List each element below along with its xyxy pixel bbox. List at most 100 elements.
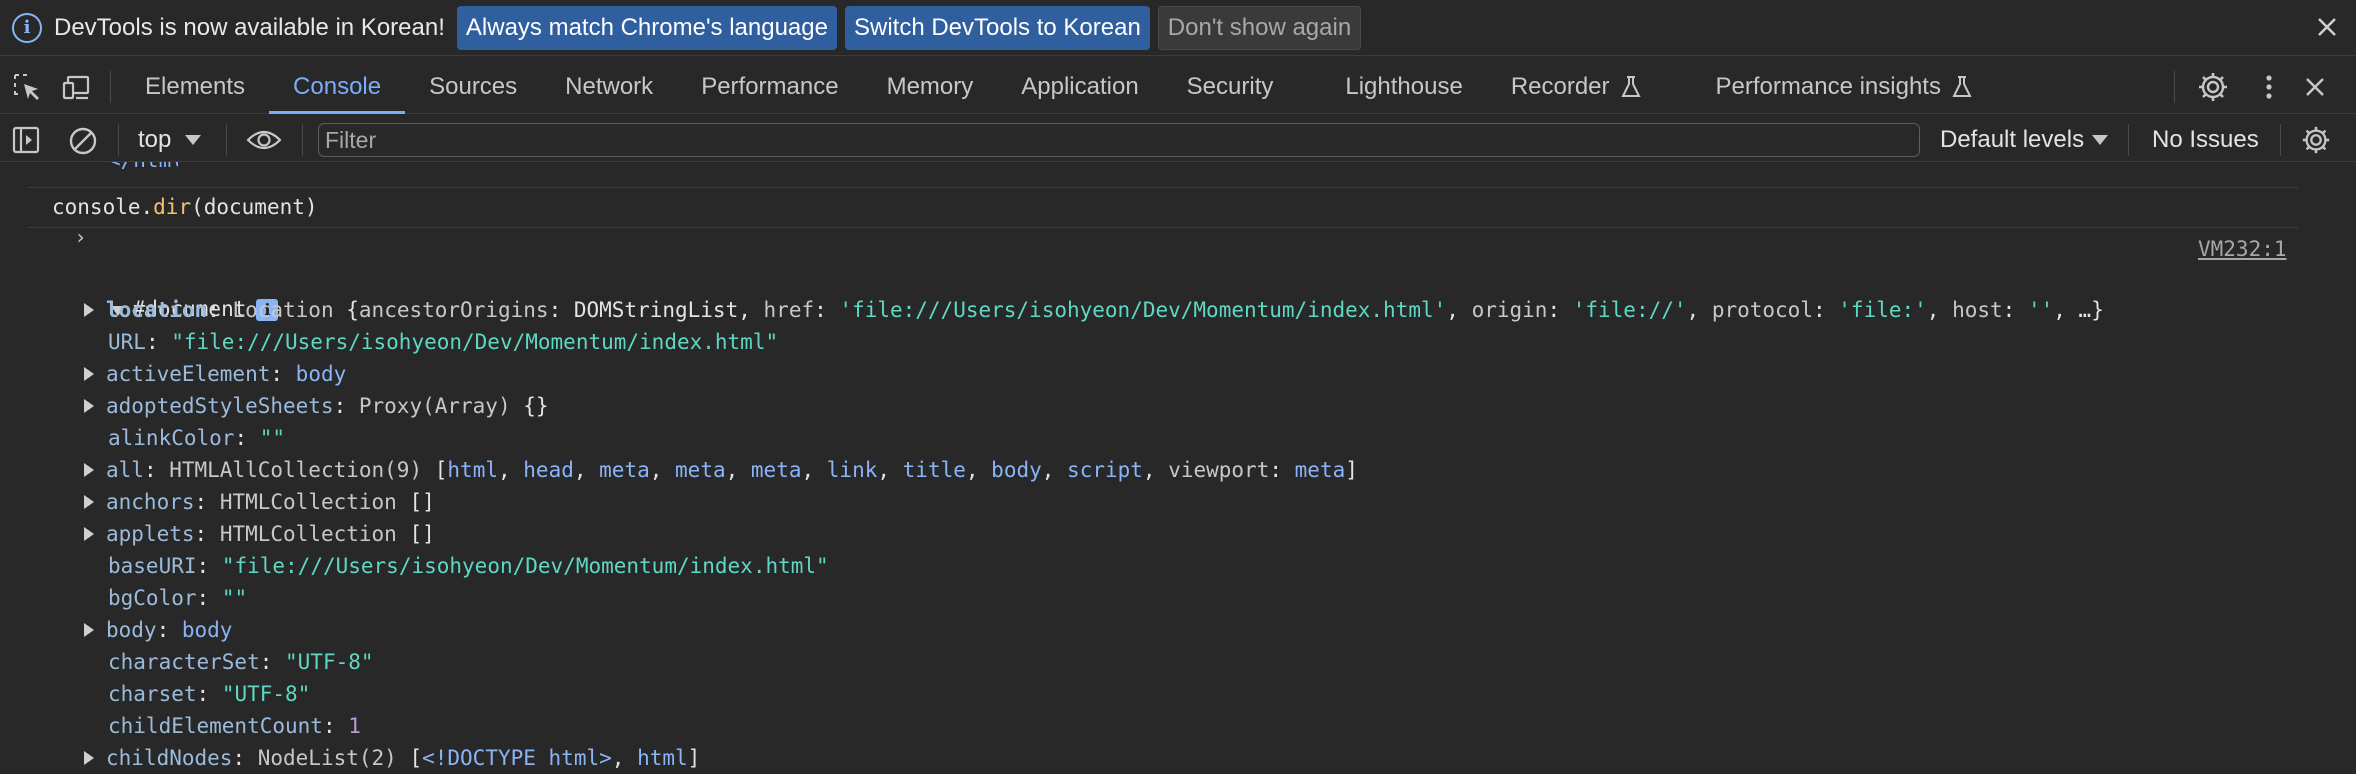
prop-value: "file:///Users/isohyeon/Dev/Momentum/ind… <box>171 330 779 354</box>
prop-value: "file:///Users/isohyeon/Dev/Momentum/ind… <box>221 554 829 578</box>
prop-key: alinkColor <box>108 426 235 450</box>
document-node[interactable]: #document i <box>60 264 279 321</box>
prop-class: Location <box>232 298 334 322</box>
prop-all[interactable]: all: HTMLAllCollection(9) [html, head, m… <box>84 455 1358 485</box>
experiment-flask-icon <box>1952 75 1972 97</box>
expand-triangle-icon <box>84 495 94 509</box>
prop-body[interactable]: body: body <box>84 615 232 645</box>
issues-counter[interactable]: No Issues <box>2152 126 2259 154</box>
source-link[interactable]: VM232:1 <box>2198 234 2287 264</box>
tab-console[interactable]: Console <box>269 60 406 114</box>
close-icon[interactable] <box>2312 12 2342 42</box>
prop-key: URL <box>108 330 146 354</box>
tab-memory[interactable]: Memory <box>863 60 998 114</box>
clear-console-icon[interactable] <box>68 126 98 156</box>
console-toolbar: top Filter Default levels No Issues <box>0 118 2356 162</box>
sub-val: 'file:///Users/isohyeon/Dev/Momentum/ind… <box>839 298 1447 322</box>
prop-characterSet: characterSet: "UTF-8" <box>108 650 374 674</box>
separator <box>226 124 227 156</box>
expand-triangle-icon <box>84 527 94 541</box>
tab-network[interactable]: Network <box>541 60 677 114</box>
prop-class: HTMLCollection <box>219 490 397 514</box>
console-settings-gear-icon[interactable] <box>2300 124 2332 156</box>
expand-triangle-icon <box>84 399 94 413</box>
collection-item: html <box>447 458 498 482</box>
inspect-element-icon[interactable] <box>10 70 44 104</box>
context-selector[interactable]: top <box>138 124 202 156</box>
expand-triangle-icon <box>84 303 94 317</box>
device-toolbar-icon[interactable] <box>60 70 94 104</box>
sub-key: host <box>1952 298 2003 322</box>
prop-class: HTMLAllCollection(9) <box>169 458 423 482</box>
tab-application[interactable]: Application <box>997 60 1162 114</box>
prop-key: location <box>106 298 208 322</box>
language-infobar: i DevTools is now available in Korean! A… <box>0 0 2356 56</box>
collection-item: meta <box>1294 458 1346 482</box>
dont-show-again-button[interactable]: Don't show again <box>1157 5 1362 50</box>
prop-key: baseURI <box>108 554 197 578</box>
divider <box>28 187 2298 188</box>
prop-key: all <box>106 458 144 482</box>
prop-baseURI: baseURI: "file:///Users/isohyeon/Dev/Mom… <box>108 554 829 578</box>
cmd-prefix: console. <box>52 195 154 219</box>
prop-key: characterSet <box>108 650 260 674</box>
prop-bgColor: bgColor: "" <box>108 586 248 610</box>
prop-value: 1 <box>348 714 361 738</box>
sidebar-toggle-icon[interactable] <box>12 126 42 154</box>
tab-recorder-label: Recorder <box>1510 72 1610 100</box>
divider <box>28 227 2298 228</box>
tab-performance-insights[interactable]: Performance insights <box>1692 60 1997 114</box>
expand-triangle-icon <box>84 463 94 477</box>
prop-key: adoptedStyleSheets <box>106 394 334 418</box>
prop-key: applets <box>106 522 195 546</box>
prop-location[interactable]: location: Location {ancestorOrigins: DOM… <box>84 295 2104 325</box>
tab-security[interactable]: Security <box>1163 60 1298 114</box>
prop-charset: charset: "UTF-8" <box>108 682 311 706</box>
prop-adoptedStyleSheets[interactable]: adoptedStyleSheets: Proxy(Array) {} <box>84 391 549 421</box>
live-expression-eye-icon[interactable] <box>246 126 282 154</box>
prop-alinkColor: alinkColor: "" <box>108 426 286 450</box>
collection-item: head <box>523 458 574 482</box>
tab-lighthouse[interactable]: Lighthouse <box>1321 60 1486 114</box>
prop-key: body <box>106 618 157 642</box>
tab-elements[interactable]: Elements <box>121 60 269 114</box>
sub-key: origin <box>1471 298 1548 322</box>
prop-anchors[interactable]: anchors: HTMLCollection [] <box>84 487 435 517</box>
close-devtools-icon[interactable] <box>2300 72 2330 102</box>
collection-item: meta <box>599 458 650 482</box>
sub-key: protocol <box>1711 298 1813 322</box>
collection-item: meta <box>675 458 726 482</box>
expand-triangle-icon <box>84 623 94 637</box>
prop-value: "" <box>259 426 286 450</box>
prop-childNodes[interactable]: childNodes: NodeList(2) [<!DOCTYPE html>… <box>84 743 700 773</box>
tab-performance[interactable]: Performance <box>677 60 862 114</box>
sub-key: href <box>763 298 815 322</box>
collection-item: html <box>637 746 688 770</box>
truncated-previous-output: </html> <box>108 162 178 169</box>
prop-key: charset <box>108 682 197 706</box>
filter-input[interactable]: Filter <box>318 123 1920 157</box>
tab-sources[interactable]: Sources <box>405 60 541 114</box>
expand-triangle-icon <box>84 751 94 765</box>
separator <box>110 70 111 103</box>
console-command: console.dir(document) <box>52 192 318 222</box>
switch-korean-button[interactable]: Switch DevTools to Korean <box>844 5 1150 50</box>
log-levels-dropdown[interactable]: Default levels <box>1940 124 2109 156</box>
prop-activeElement[interactable]: activeElement: body <box>84 359 346 389</box>
more-options-icon[interactable] <box>2254 72 2284 102</box>
context-selector-label: top <box>138 126 172 153</box>
separator <box>2128 124 2129 156</box>
settings-gear-icon[interactable] <box>2196 70 2230 104</box>
sub-key: ancestorOrigins <box>358 298 549 322</box>
collection-item: title <box>902 458 966 482</box>
separator <box>302 124 303 156</box>
tab-recorder[interactable]: Recorder <box>1487 60 1666 114</box>
prop-key: anchors <box>106 490 195 514</box>
separator <box>2280 124 2281 156</box>
prop-class: HTMLCollection <box>219 522 397 546</box>
sub-val: '' <box>2027 298 2054 322</box>
info-icon: i <box>12 12 42 43</box>
prop-applets[interactable]: applets: HTMLCollection [] <box>84 519 435 549</box>
match-language-button[interactable]: Always match Chrome's language <box>456 5 837 50</box>
separator <box>2174 71 2175 103</box>
